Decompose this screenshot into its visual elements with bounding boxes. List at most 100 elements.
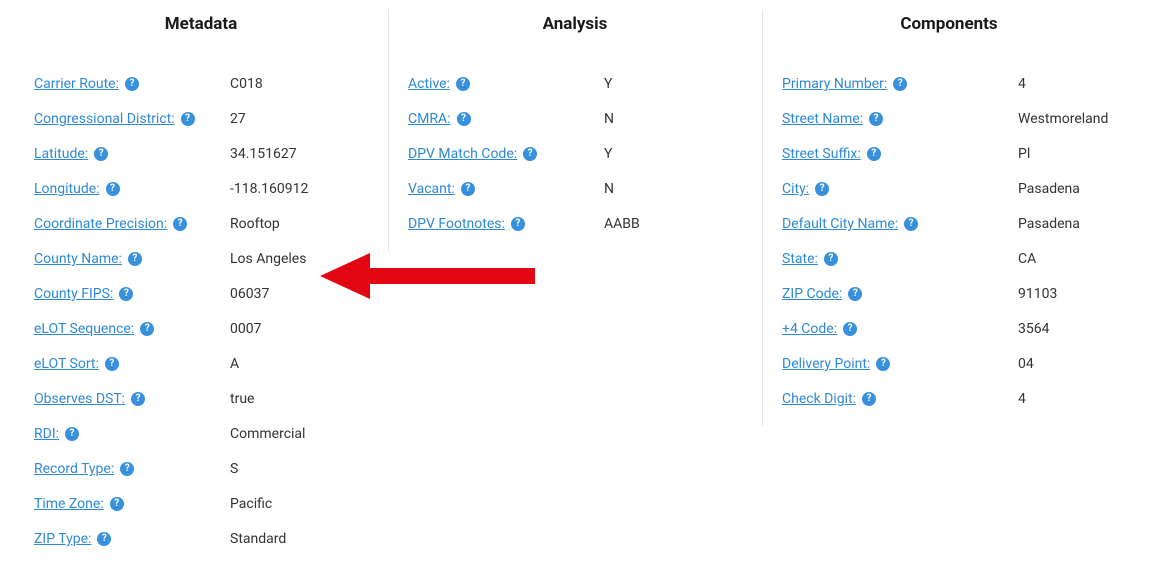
metadata-label-text: Longitude: <box>34 181 100 197</box>
components-label-link[interactable]: City:? <box>782 181 829 197</box>
analysis-label-text: Vacant: <box>408 181 455 197</box>
components-label-text: Street Suffix: <box>782 146 861 162</box>
components-label-link[interactable]: ZIP Code:? <box>782 286 862 302</box>
help-icon[interactable]: ? <box>511 217 525 231</box>
help-icon[interactable]: ? <box>461 182 475 196</box>
metadata-label-link[interactable]: ZIP Type:? <box>34 531 111 547</box>
components-label-text: State: <box>782 251 818 267</box>
components-label-link[interactable]: +4 Code:? <box>782 321 857 337</box>
components-column: Components Primary Number:?4Street Name:… <box>762 10 1136 426</box>
help-icon[interactable]: ? <box>824 252 838 266</box>
components-label-link[interactable]: Check Digit:? <box>782 391 876 407</box>
help-icon[interactable]: ? <box>94 147 108 161</box>
metadata-row: eLOT Sequence:? 0007 <box>34 321 368 337</box>
metadata-label-text: County Name: <box>34 251 122 267</box>
metadata-label-link[interactable]: Time Zone:? <box>34 496 124 512</box>
components-value: Pl <box>1006 146 1116 162</box>
components-label-link[interactable]: State:? <box>782 251 838 267</box>
help-icon[interactable]: ? <box>140 322 154 336</box>
help-icon[interactable]: ? <box>893 77 907 91</box>
metadata-label-link[interactable]: Record Type:? <box>34 461 134 477</box>
help-icon[interactable]: ? <box>815 182 829 196</box>
components-label-text: City: <box>782 181 809 197</box>
components-label-link[interactable]: Delivery Point:? <box>782 356 890 372</box>
components-label-link[interactable]: Street Name:? <box>782 111 883 127</box>
help-icon[interactable]: ? <box>106 182 120 196</box>
help-icon[interactable]: ? <box>862 392 876 406</box>
metadata-label-text: Latitude: <box>34 146 88 162</box>
help-icon[interactable]: ? <box>848 287 862 301</box>
help-icon[interactable]: ? <box>869 112 883 126</box>
help-icon[interactable]: ? <box>457 112 471 126</box>
help-icon[interactable]: ? <box>97 532 111 546</box>
metadata-label-link[interactable]: eLOT Sequence:? <box>34 321 154 337</box>
help-icon[interactable]: ? <box>131 392 145 406</box>
analysis-rows: Active:?YCMRA:?NDPV Match Code:?YVacant:… <box>408 76 742 232</box>
components-rows: Primary Number:?4Street Name:?Westmorela… <box>782 76 1116 407</box>
help-icon[interactable]: ? <box>456 77 470 91</box>
help-icon[interactable]: ? <box>128 252 142 266</box>
analysis-row: Vacant:? N <box>408 181 742 197</box>
metadata-row: Carrier Route:?C018 <box>34 76 368 92</box>
components-value: Pasadena <box>1006 216 1116 232</box>
metadata-label-text: Carrier Route: <box>34 76 119 92</box>
metadata-value: A <box>218 356 368 372</box>
metadata-label-link[interactable]: Observes DST:? <box>34 391 145 407</box>
help-icon[interactable]: ? <box>843 322 857 336</box>
components-value: 91103 <box>1006 286 1116 302</box>
analysis-row: DPV Footnotes:?AABB <box>408 216 742 232</box>
help-icon[interactable]: ? <box>904 217 918 231</box>
help-icon[interactable]: ? <box>120 462 134 476</box>
metadata-value: 06037 <box>218 286 368 302</box>
analysis-label-link[interactable]: CMRA:? <box>408 111 471 127</box>
components-value: Westmoreland <box>1006 111 1116 127</box>
help-icon[interactable]: ? <box>105 357 119 371</box>
metadata-label-link[interactable]: Carrier Route:? <box>34 76 139 92</box>
metadata-label-link[interactable]: County FIPS:? <box>34 286 133 302</box>
metadata-row: County FIPS:? 06037 <box>34 286 368 302</box>
components-row: Default City Name:? Pasadena <box>782 216 1116 232</box>
help-icon[interactable]: ? <box>876 357 890 371</box>
metadata-label-link[interactable]: RDI:? <box>34 426 79 442</box>
help-icon[interactable]: ? <box>173 217 187 231</box>
metadata-value: 0007 <box>218 321 368 337</box>
analysis-label-link[interactable]: DPV Match Code:? <box>408 146 537 162</box>
analysis-label-link[interactable]: DPV Footnotes:? <box>408 216 525 232</box>
metadata-label-link[interactable]: Congressional District:? <box>34 111 195 127</box>
components-value: 3564 <box>1006 321 1116 337</box>
components-label-text: Street Name: <box>782 111 863 127</box>
metadata-row: Observes DST:?true <box>34 391 368 407</box>
components-header: Components <box>782 14 1116 34</box>
columns-container: Metadata Carrier Route:?C018Congressiona… <box>0 0 1150 576</box>
help-icon[interactable]: ? <box>181 112 195 126</box>
analysis-label-link[interactable]: Vacant:? <box>408 181 475 197</box>
metadata-label-text: Time Zone: <box>34 496 104 512</box>
help-icon[interactable]: ? <box>523 147 537 161</box>
components-row: Street Suffix:? Pl <box>782 146 1116 162</box>
components-row: Delivery Point:?04 <box>782 356 1116 372</box>
metadata-label-link[interactable]: Longitude:? <box>34 181 120 197</box>
help-icon[interactable]: ? <box>119 287 133 301</box>
metadata-label-link[interactable]: County Name:? <box>34 251 142 267</box>
components-row: +4 Code:? 3564 <box>782 321 1116 337</box>
components-row: Check Digit:?4 <box>782 391 1116 407</box>
analysis-value: N <box>592 181 742 197</box>
metadata-label-link[interactable]: Latitude:? <box>34 146 108 162</box>
components-label-link[interactable]: Street Suffix:? <box>782 146 881 162</box>
help-icon[interactable]: ? <box>110 497 124 511</box>
components-label-link[interactable]: Default City Name:? <box>782 216 918 232</box>
help-icon[interactable]: ? <box>65 427 79 441</box>
analysis-row: CMRA:?N <box>408 111 742 127</box>
analysis-label-link[interactable]: Active:? <box>408 76 470 92</box>
help-icon[interactable]: ? <box>867 147 881 161</box>
metadata-value: Los Angeles <box>218 251 368 267</box>
metadata-label-link[interactable]: eLOT Sort:? <box>34 356 119 372</box>
help-icon[interactable]: ? <box>125 77 139 91</box>
analysis-value: Y <box>592 146 742 162</box>
analysis-column: Analysis Active:?YCMRA:?NDPV Match Code:… <box>388 10 762 251</box>
metadata-label-link[interactable]: Coordinate Precision:? <box>34 216 187 232</box>
metadata-value: Commercial <box>218 426 368 442</box>
components-label-link[interactable]: Primary Number:? <box>782 76 907 92</box>
metadata-value: Standard <box>218 531 368 547</box>
analysis-label-text: Active: <box>408 76 450 92</box>
